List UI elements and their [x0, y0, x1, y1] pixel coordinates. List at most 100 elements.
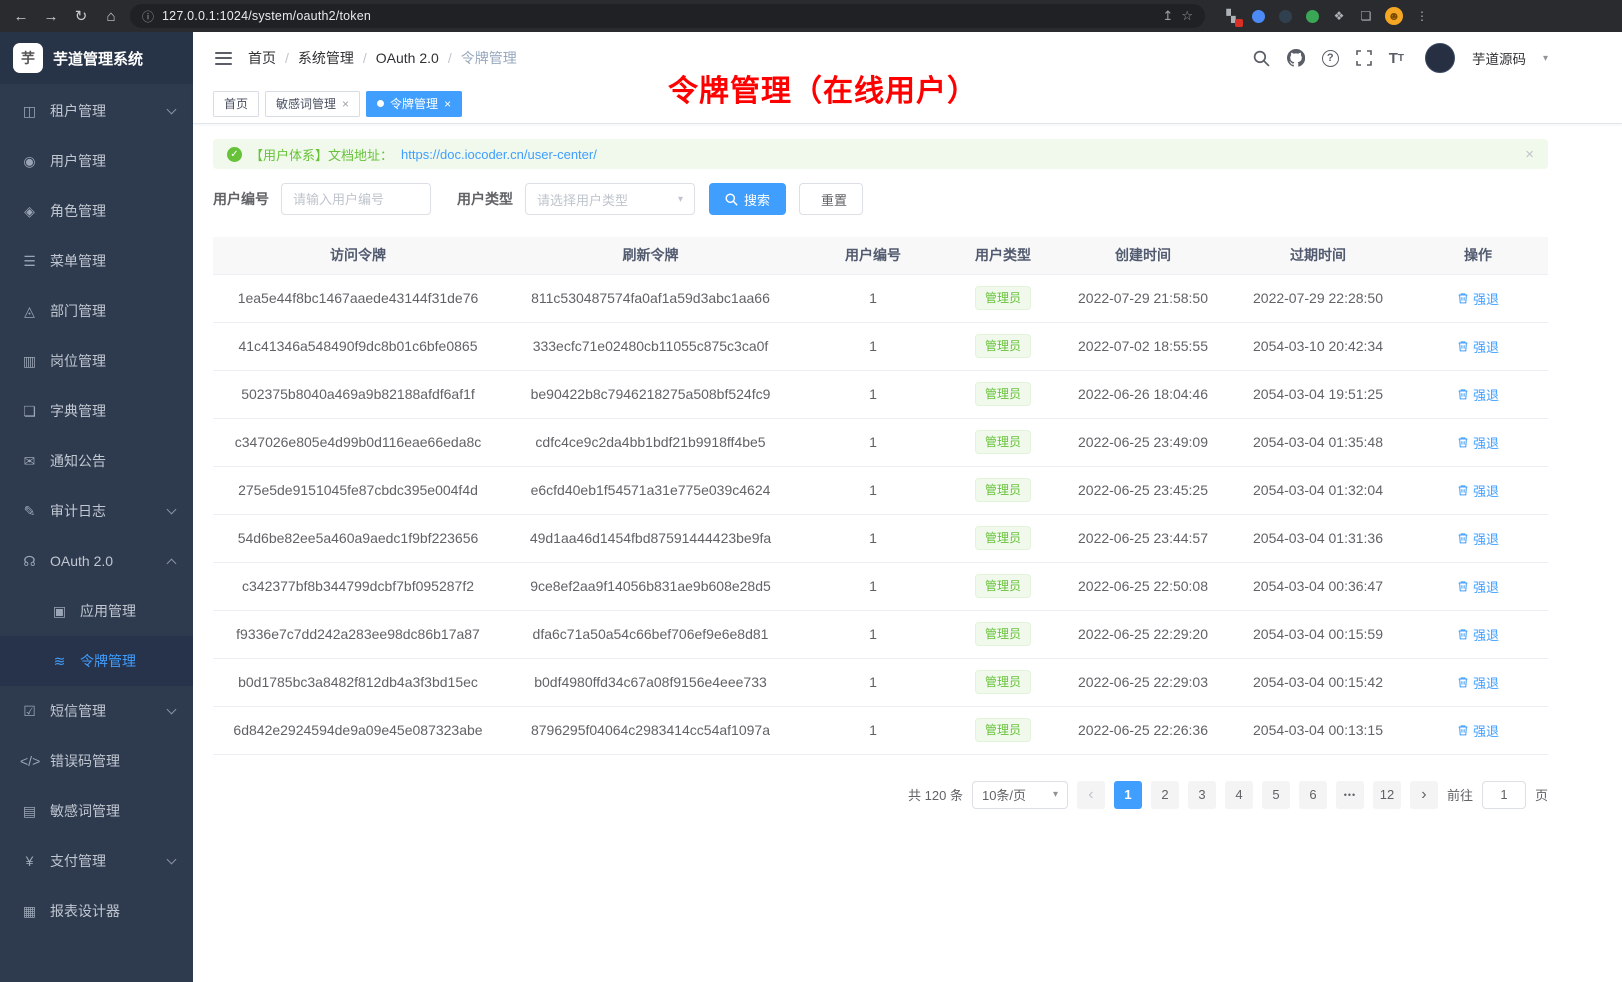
sidebar-item-role[interactable]: ◈ 角色管理 [0, 186, 193, 236]
site-info-icon[interactable]: ⓘ [142, 8, 154, 25]
sidebar-item-label: 角色管理 [50, 201, 175, 221]
post-badge-icon: ▥ [20, 353, 39, 370]
force-logout-button[interactable]: 强退 [1457, 433, 1499, 452]
extension-icon-dark[interactable] [1277, 8, 1293, 24]
share-icon[interactable]: ↥ [1162, 8, 1173, 24]
user-type-select[interactable]: 请选择用户类型 ▾ [525, 183, 695, 215]
sidebar-item-audit-log[interactable]: ✎ 审计日志 [0, 486, 193, 536]
alert-close-icon[interactable]: × [1525, 147, 1534, 162]
breadcrumb-home[interactable]: 首页 [248, 48, 276, 68]
sidebar-item-error-code[interactable]: </> 错误码管理 [0, 736, 193, 786]
sidebar-item-sms[interactable]: ☑ 短信管理 [0, 686, 193, 736]
tab-sensitive-word[interactable]: 敏感词管理 × [265, 91, 360, 117]
filter-form: 用户编号 用户类型 请选择用户类型 ▾ 搜索 [213, 183, 1548, 215]
tab-close-icon[interactable]: × [342, 98, 349, 110]
sidebar-item-dept[interactable]: ◬ 部门管理 [0, 286, 193, 336]
home-button[interactable]: ⌂ [100, 8, 122, 25]
pages-ellipsis-button[interactable]: ••• [1336, 781, 1364, 809]
page-size-value: 10条/页 [982, 785, 1026, 804]
expire-time-cell: 2054-03-04 19:51:25 [1228, 370, 1408, 418]
page-button-4[interactable]: 4 [1225, 781, 1253, 809]
browser-menu-icon[interactable]: ⋮ [1414, 8, 1430, 24]
tab-home[interactable]: 首页 [213, 91, 259, 117]
force-logout-button[interactable]: 强退 [1457, 625, 1499, 644]
tab-close-icon[interactable]: × [444, 98, 451, 110]
action-cell: 强退 [1408, 322, 1548, 370]
user-avatar[interactable] [1425, 43, 1455, 73]
extension-icon-green[interactable] [1304, 8, 1320, 24]
token-table: 访问令牌 刷新令牌 用户编号 用户类型 创建时间 过期时间 操作 [213, 237, 1548, 755]
sidebar-item-tenant[interactable]: ◫ 租户管理 [0, 86, 193, 136]
col-refresh-token: 刷新令牌 [503, 237, 798, 274]
sidebar-item-user[interactable]: ◉ 用户管理 [0, 136, 193, 186]
doc-link[interactable]: https://doc.iocoder.cn/user-center/ [401, 147, 597, 162]
breadcrumb-current: 令牌管理 [461, 48, 517, 68]
sidebar-item-oauth2-token[interactable]: ≋ 令牌管理 [0, 636, 193, 686]
sidebar-item-menu[interactable]: ☰ 菜单管理 [0, 236, 193, 286]
github-icon[interactable] [1287, 49, 1305, 67]
sidebar-item-oauth2-app[interactable]: ▣ 应用管理 [0, 586, 193, 636]
sidebar-item-pay[interactable]: ¥ 支付管理 [0, 836, 193, 886]
app-logo[interactable]: 芋 芋道管理系统 [0, 32, 193, 84]
trash-icon [1457, 340, 1469, 352]
breadcrumb-oauth2[interactable]: OAuth 2.0 [376, 50, 439, 66]
page-size-select[interactable]: 10条/页 ▾ [972, 781, 1068, 809]
page-button-5[interactable]: 5 [1262, 781, 1290, 809]
action-cell: 强退 [1408, 418, 1548, 466]
action-cell: 强退 [1408, 610, 1548, 658]
goto-page-input[interactable] [1482, 781, 1526, 809]
page-button-1[interactable]: 1 [1114, 781, 1142, 809]
user-type-badge: 管理员 [975, 670, 1031, 694]
sidebar-item-sensitive-word[interactable]: ▤ 敏感词管理 [0, 786, 193, 836]
sidebar-item-report-designer[interactable]: ▦ 报表设计器 [0, 886, 193, 936]
expire-time-cell: 2054-03-04 00:13:15 [1228, 706, 1408, 754]
force-logout-button[interactable]: 强退 [1457, 385, 1499, 404]
tab-oauth2-token[interactable]: 令牌管理 × [366, 91, 462, 117]
bookmark-icon[interactable]: ☆ [1181, 8, 1193, 24]
next-page-button[interactable]: › [1410, 781, 1438, 809]
caret-down-icon[interactable]: ▾ [1543, 53, 1548, 64]
forward-button[interactable]: → [40, 8, 62, 25]
reload-button[interactable]: ↻ [70, 7, 92, 25]
force-logout-button[interactable]: 强退 [1457, 529, 1499, 548]
extension-icon-grid[interactable]: ▚ [1223, 8, 1239, 24]
url-text[interactable]: 127.0.0.1:1024/system/oauth2/token [162, 9, 1154, 23]
browser-profile-avatar[interactable]: ☻ [1385, 7, 1403, 25]
page-button-3[interactable]: 3 [1188, 781, 1216, 809]
sidebar-fold-icon[interactable] [215, 52, 232, 65]
force-logout-button[interactable]: 强退 [1457, 721, 1499, 740]
refresh-token-cell: 8796295f04064c2983414cc54af1097a [503, 706, 798, 754]
pagination: 共 120 条 10条/页 ▾ ‹ 1 2 3 4 5 6 ••• 12 [213, 781, 1548, 809]
url-bar[interactable]: ⓘ 127.0.0.1:1024/system/oauth2/token ↥ ☆ [130, 4, 1205, 28]
sidebar-item-post[interactable]: ▥ 岗位管理 [0, 336, 193, 386]
username[interactable]: 芋道源码 [1472, 48, 1526, 68]
force-logout-button[interactable]: 强退 [1457, 481, 1499, 500]
table-row: 41c41346a548490f9dc8b01c6bfe0865 333ecfc… [213, 322, 1548, 370]
font-size-icon[interactable]: TT [1389, 50, 1404, 67]
force-logout-button[interactable]: 强退 [1457, 577, 1499, 596]
breadcrumb-system[interactable]: 系统管理 [298, 48, 354, 68]
fullscreen-icon[interactable] [1356, 50, 1372, 66]
force-logout-button[interactable]: 强退 [1457, 673, 1499, 692]
side-panel-icon[interactable]: ❏ [1358, 8, 1374, 24]
expire-time-cell: 2022-07-29 22:28:50 [1228, 274, 1408, 322]
extension-icon-blue[interactable] [1250, 8, 1266, 24]
search-icon[interactable] [1253, 50, 1270, 67]
prev-page-button[interactable]: ‹ [1077, 781, 1105, 809]
page-button-12[interactable]: 12 [1373, 781, 1401, 809]
sidebar-item-notice[interactable]: ✉ 通知公告 [0, 436, 193, 486]
reset-button[interactable]: 重置 [799, 183, 863, 215]
back-button[interactable]: ← [10, 8, 32, 25]
help-icon[interactable]: ? [1322, 50, 1339, 67]
extensions-puzzle-icon[interactable]: ❖ [1331, 8, 1347, 24]
sidebar-item-dict[interactable]: ❏ 字典管理 [0, 386, 193, 436]
sidebar-item-oauth2[interactable]: ☊ OAuth 2.0 [0, 536, 193, 586]
page-button-2[interactable]: 2 [1151, 781, 1179, 809]
page-button-6[interactable]: 6 [1299, 781, 1327, 809]
user-id-input[interactable] [281, 183, 431, 215]
force-logout-button[interactable]: 强退 [1457, 289, 1499, 308]
table-row: 54d6be82ee5a460a9aedc1f9bf223656 49d1aa4… [213, 514, 1548, 562]
search-button[interactable]: 搜索 [709, 183, 786, 215]
created-time-cell: 2022-06-25 23:45:25 [1058, 466, 1228, 514]
force-logout-button[interactable]: 强退 [1457, 337, 1499, 356]
